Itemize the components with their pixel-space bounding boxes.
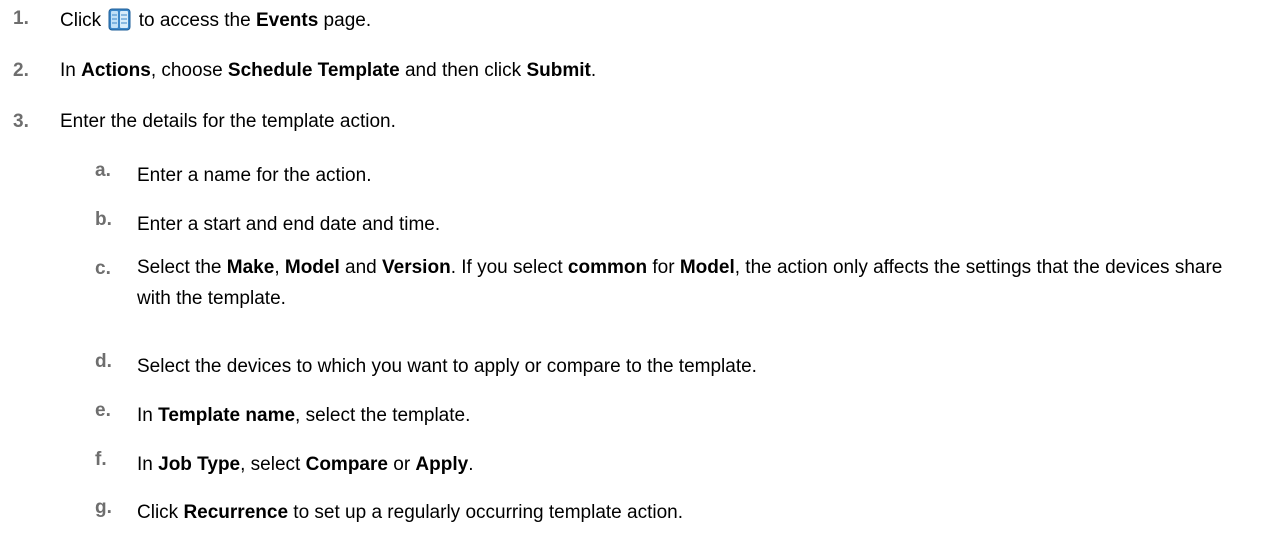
substep-text: Select the Make, Model and Version. If y… (137, 252, 1252, 314)
substep-text: In Template name, select the template. (137, 400, 1252, 431)
text-segment: and then click (399, 60, 527, 81)
text-segment: , select (240, 454, 306, 475)
submit-label: Submit (526, 60, 591, 81)
schedule-template-label: Schedule Template (227, 60, 400, 81)
substep-letter: d. (95, 351, 112, 372)
text-segment: Click (60, 10, 107, 31)
step-number: 3. (13, 111, 29, 132)
job-type-label: Job Type (158, 454, 241, 475)
template-name-label: Template name (158, 405, 296, 426)
substep-text: Enter a start and end date and time. (137, 214, 441, 235)
model-label: Model (284, 257, 340, 278)
substep-text: In Job Type, select Compare or Apply. (137, 449, 1252, 480)
substep-letter: e. (95, 400, 111, 421)
text-segment: . (468, 454, 474, 475)
text-segment: Click (137, 502, 184, 523)
text-segment: . (590, 60, 597, 81)
substep-text: Click Recurrence to set up a regularly o… (137, 497, 1252, 528)
apply-label: Apply (415, 454, 469, 475)
text-segment: In (137, 405, 159, 426)
events-label: Events (255, 10, 319, 31)
text-segment: for (647, 257, 680, 278)
text-segment: , select the template. (295, 405, 471, 426)
text-segment: In (60, 60, 82, 81)
text-segment: . If you select (450, 257, 568, 278)
text-segment: In (137, 454, 159, 475)
instructions-page: 1. Click to access the Events page. 2. I… (0, 0, 1265, 538)
text-segment: page. (318, 10, 372, 31)
actions-label: Actions (81, 60, 151, 81)
step-number: 2. (13, 60, 29, 81)
text-segment: , choose (150, 60, 228, 81)
step-text: Click to access the Events page. (60, 8, 371, 32)
text-segment: to set up a regularly occurring template… (288, 502, 683, 523)
substep-letter: b. (95, 209, 112, 230)
common-label: common (567, 257, 648, 278)
substep-letter: a. (95, 160, 111, 181)
recurrence-label: Recurrence (183, 502, 289, 523)
substep-letter: f. (95, 449, 107, 470)
substep-letter: g. (95, 497, 112, 518)
text-segment: Select the (137, 257, 227, 278)
substep-text: Enter a name for the action. (137, 165, 372, 186)
model-label: Model (679, 257, 735, 278)
version-label: Version (382, 257, 451, 278)
substep-text: Select the devices to which you want to … (137, 356, 757, 377)
text-segment: and (339, 257, 383, 278)
step-number: 1. (13, 8, 29, 29)
text-segment: to access the (133, 10, 256, 31)
events-calendar-icon[interactable] (108, 8, 131, 31)
step-text: Enter the details for the template actio… (60, 111, 396, 132)
text-segment: or (387, 454, 416, 475)
compare-label: Compare (305, 454, 388, 475)
step-text: In Actions, choose Schedule Template and… (60, 60, 596, 82)
make-label: Make (226, 257, 275, 278)
substep-letter: c. (95, 258, 111, 279)
text-segment: , (274, 257, 285, 278)
